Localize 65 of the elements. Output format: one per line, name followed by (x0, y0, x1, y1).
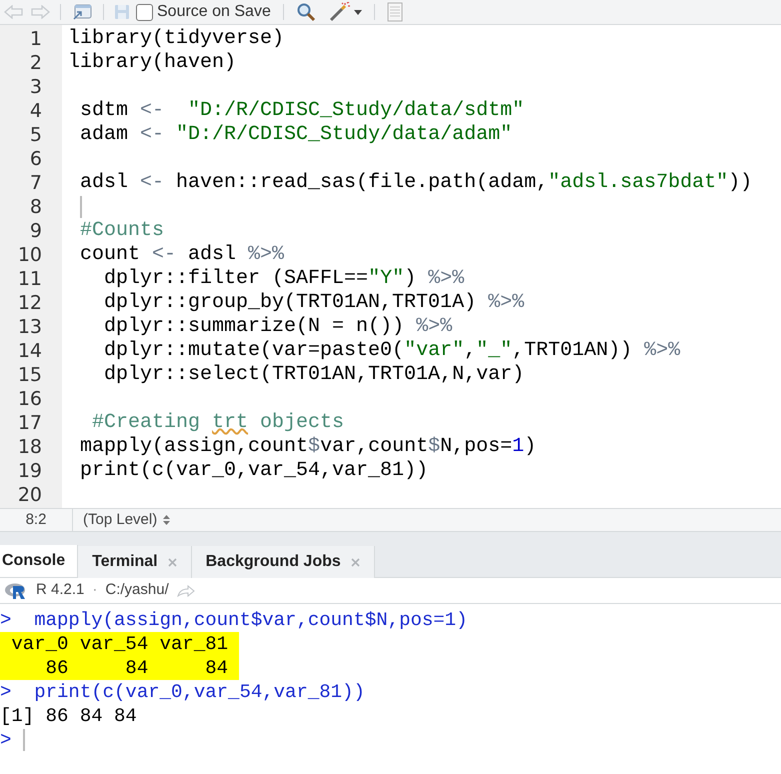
code-line: library(haven) (68, 51, 236, 75)
working-directory: C:/yashu/ (105, 580, 169, 600)
line-number: 7 (28, 171, 43, 195)
close-icon[interactable] (350, 558, 360, 566)
code-line: mapply(assign,count$var,count$N,pos=1) (79, 435, 536, 459)
line-number: 9 (28, 219, 43, 243)
line-number: 13 (16, 315, 43, 339)
line-number: 20 (16, 483, 43, 507)
console-prompt: > (0, 608, 12, 632)
scope-dropdown[interactable]: (Top Level) (73, 508, 170, 532)
new-window-icon[interactable] (71, 3, 93, 21)
line-number: 10 (16, 243, 43, 267)
code-line: sdtm <- "D:/R/CDISC_Study/data/sdtm" (79, 99, 524, 123)
cursor-position: 8:2 (24, 510, 48, 530)
code-line: library(tidyverse) (68, 27, 284, 51)
go-to-directory-icon[interactable] (176, 584, 195, 596)
console-prompt: > (0, 680, 12, 704)
code-line: adsl <- haven::read_sas(file.path(adam,"adsl.sas7bdat")) (79, 171, 752, 195)
console-command-text: mapply(assign,count$var,count$N,pos=1) (33, 608, 468, 632)
misspelled-word-underline: trt (212, 411, 248, 434)
source-on-save-checkbox[interactable]: Source on Save (136, 0, 271, 24)
console-command-text: print(c(var_0,var_54,var_81)) (33, 680, 365, 704)
magic-wand-icon[interactable] (328, 2, 362, 22)
line-number: 1 (28, 27, 43, 51)
forward-arrow-icon[interactable] (30, 5, 50, 19)
console-prompt: > (0, 728, 12, 752)
back-arrow-icon[interactable] (4, 5, 24, 19)
line-number: 16 (16, 387, 43, 411)
console-tab[interactable]: Terminal (78, 546, 192, 578)
line-number: 19 (16, 459, 43, 483)
search-icon[interactable] (296, 2, 316, 22)
line-number: 2 (28, 51, 43, 75)
line-number: 15 (16, 363, 43, 387)
save-icon[interactable] (114, 4, 130, 20)
code-line: dplyr::summarize(N = n()) %>% (103, 315, 452, 339)
line-number: 14 (16, 339, 43, 363)
code-line: dplyr::filter (SAFFL=="Y") %>% (103, 267, 464, 291)
console-tab[interactable]: Background Jobs (192, 546, 375, 578)
console-output: var_0 var_54 var_81 (0, 632, 240, 656)
line-number: 17 (16, 411, 43, 435)
up-down-arrows-icon[interactable] (163, 515, 170, 525)
code-line: #Creating trt objects (91, 411, 344, 435)
r-logo-icon (4, 582, 28, 600)
line-number: 6 (28, 147, 43, 171)
notebook-icon[interactable] (386, 2, 403, 22)
code-line: adam <- "D:/R/CDISC_Study/data/adam" (79, 123, 512, 147)
separator-dot: · (92, 580, 98, 600)
code-line: #Counts (79, 219, 164, 243)
r-version: R 4.2.1 (36, 580, 84, 600)
line-number: 4 (28, 99, 43, 123)
console-output: 86 84 84 (0, 656, 240, 680)
code-line: print(c(var_0,var_54,var_81)) (79, 459, 428, 483)
line-number: 5 (28, 123, 43, 147)
console-tab[interactable]: Console (0, 545, 78, 577)
line-number: 18 (16, 435, 43, 459)
line-number: 8 (28, 195, 43, 219)
code-line: dplyr::group_by(TRT01AN,TRT01A) %>% (103, 291, 524, 315)
line-number: 3 (28, 75, 43, 99)
close-icon[interactable] (168, 558, 177, 566)
line-number: 12 (16, 291, 43, 315)
code-line: dplyr::mutate(var=paste0("var","_",TRT01AN)) %>% (103, 339, 680, 363)
code-line: count <- adsl %>% (79, 243, 284, 267)
console-output: [1] 86 84 84 (0, 704, 137, 728)
line-number: 11 (16, 267, 43, 291)
code-line: dplyr::select(TRT01AN,TRT01A,N,var) (103, 363, 524, 387)
